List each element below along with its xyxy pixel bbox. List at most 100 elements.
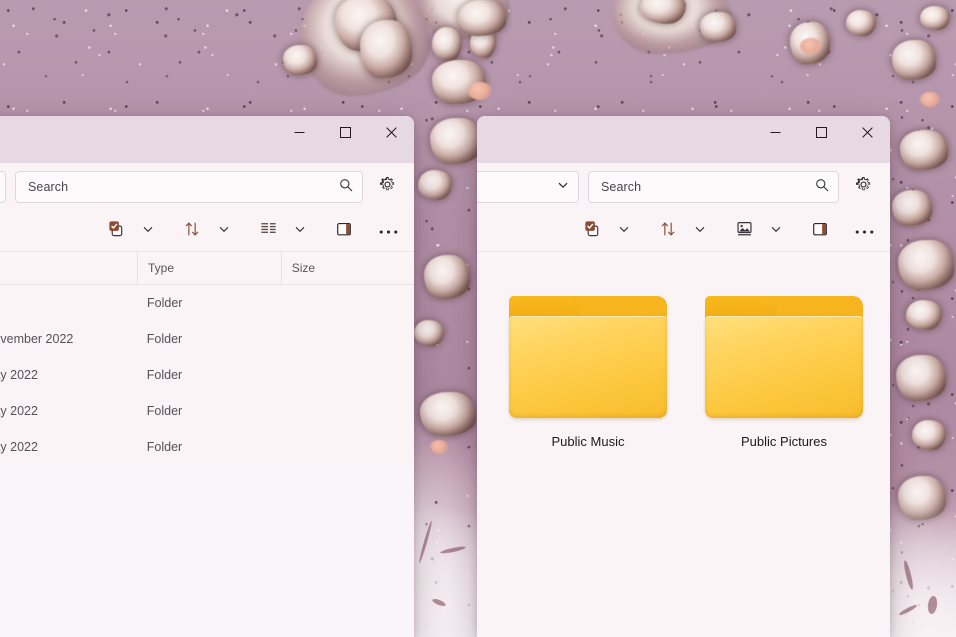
wallpaper-blob — [892, 40, 936, 80]
titlebar-right[interactable] — [477, 116, 890, 163]
item-label: Public Music — [551, 434, 625, 449]
cell-date-modified: ovember 2022 — [0, 332, 74, 346]
sort-arrows-icon[interactable] — [183, 220, 201, 243]
table-row[interactable]: Folder — [0, 285, 414, 321]
large-icons-view-icon[interactable] — [735, 219, 754, 243]
search-box-right[interactable]: Search — [588, 171, 839, 203]
address-bar-right[interactable] — [477, 171, 579, 203]
wallpaper-blob — [424, 255, 470, 299]
address-row-left: Search — [0, 163, 414, 211]
settings-button-right[interactable] — [848, 172, 878, 202]
view-button[interactable] — [729, 216, 759, 246]
gear-icon[interactable] — [855, 176, 872, 198]
chevron-down-icon[interactable] — [294, 222, 306, 240]
maximize-button[interactable] — [322, 116, 368, 148]
file-explorer-window-left[interactable]: Search Type Size Folder ovember 2022 Fol… — [0, 116, 414, 637]
select-all-button[interactable] — [101, 216, 131, 246]
cell-type: Folder — [147, 296, 183, 310]
wallpaper-blob — [458, 0, 506, 36]
select-all-chevron[interactable] — [609, 216, 639, 246]
cell-size — [281, 393, 414, 429]
sort-arrows-icon[interactable] — [659, 220, 677, 243]
search-icon[interactable] — [815, 178, 829, 197]
wallpaper-blob — [414, 320, 444, 346]
gear-icon[interactable] — [379, 176, 396, 198]
chevron-down-icon[interactable] — [142, 222, 154, 240]
select-all-chevron[interactable] — [133, 216, 163, 246]
column-header-size[interactable]: Size — [280, 251, 414, 285]
chevron-down-icon[interactable] — [618, 222, 630, 240]
cell-size — [281, 285, 414, 321]
more-button[interactable] — [373, 216, 403, 246]
wallpaper-accent-dot — [920, 92, 940, 107]
folder-icon — [699, 280, 869, 420]
wallpaper-blob — [896, 355, 946, 401]
close-button[interactable] — [844, 116, 890, 148]
settings-button-left[interactable] — [372, 172, 402, 202]
chevron-down-icon[interactable] — [557, 178, 569, 196]
search-box-left[interactable]: Search — [15, 171, 363, 203]
layout-pane-button[interactable] — [329, 216, 359, 246]
table-row[interactable]: ay 2022 Folder — [0, 429, 414, 465]
titlebar-left[interactable] — [0, 116, 414, 163]
folder-icon — [503, 280, 673, 420]
wallpaper-blob — [846, 10, 876, 36]
chevron-down-icon[interactable] — [694, 222, 706, 240]
table-row[interactable]: ay 2022 Folder — [0, 393, 414, 429]
wallpaper-blob — [900, 130, 948, 170]
window-controls-right — [752, 116, 890, 148]
search-input-right[interactable]: Search — [601, 180, 809, 194]
ellipsis-icon[interactable] — [379, 222, 398, 240]
minimize-button[interactable] — [276, 116, 322, 148]
wallpaper-blob — [892, 190, 932, 226]
address-row-right: Search — [477, 163, 890, 211]
address-bar-left[interactable] — [0, 171, 6, 203]
sort-button[interactable] — [653, 216, 683, 246]
column-header-date-modified[interactable]: Date modified — [0, 252, 137, 285]
folder-front — [705, 316, 863, 418]
column-header-row: Name Date modified Type Size — [0, 251, 414, 285]
layout-pane-button[interactable] — [805, 216, 835, 246]
chevron-down-icon[interactable] — [218, 222, 230, 240]
icon-view-right: Public Music Public Pictures — [477, 252, 890, 637]
details-pane-icon[interactable] — [811, 220, 829, 243]
sort-chevron[interactable] — [209, 216, 239, 246]
table-row[interactable]: ovember 2022 Folder — [0, 321, 414, 357]
cell-size — [281, 429, 414, 465]
more-button[interactable] — [849, 216, 879, 246]
view-chevron[interactable] — [761, 216, 791, 246]
cell-type: Folder — [146, 404, 183, 418]
wallpaper-blob — [906, 300, 942, 330]
command-bar-left — [0, 211, 414, 252]
list-view-icon[interactable] — [259, 219, 278, 243]
file-explorer-window-right[interactable]: Search Public Music Public Pictures — [477, 116, 890, 637]
wallpaper-blob — [430, 118, 482, 164]
select-all-button[interactable] — [577, 216, 607, 246]
search-icon[interactable] — [339, 178, 353, 197]
file-list-left: Folder ovember 2022 Folder ay 2022 Folde… — [0, 285, 414, 465]
desktop: Search Type Size Folder ovember 2022 Fol… — [0, 0, 956, 637]
maximize-button[interactable] — [798, 116, 844, 148]
view-button[interactable] — [253, 216, 283, 246]
checkbox-select-icon[interactable] — [583, 219, 602, 243]
column-header-type[interactable]: Type — [137, 251, 281, 285]
cell-date-modified: ay 2022 — [0, 404, 38, 418]
details-pane-icon[interactable] — [335, 220, 353, 243]
sort-button[interactable] — [177, 216, 207, 246]
minimize-button[interactable] — [752, 116, 798, 148]
item-label: Public Pictures — [741, 434, 827, 449]
command-bar-right — [477, 211, 890, 252]
cell-type: Folder — [146, 368, 183, 382]
list-item[interactable]: Public Music — [503, 274, 673, 457]
wallpaper-accent-dot — [800, 38, 822, 54]
table-row[interactable]: ay 2022 Folder — [0, 357, 414, 393]
chevron-down-icon[interactable] — [770, 222, 782, 240]
checkbox-select-icon[interactable] — [107, 219, 126, 243]
sort-chevron[interactable] — [685, 216, 715, 246]
search-input-left[interactable]: Search — [28, 180, 333, 194]
ellipsis-icon[interactable] — [855, 222, 874, 240]
wallpaper-blob — [360, 20, 412, 78]
list-item[interactable]: Public Pictures — [699, 274, 869, 457]
view-chevron[interactable] — [285, 216, 315, 246]
close-button[interactable] — [368, 116, 414, 148]
